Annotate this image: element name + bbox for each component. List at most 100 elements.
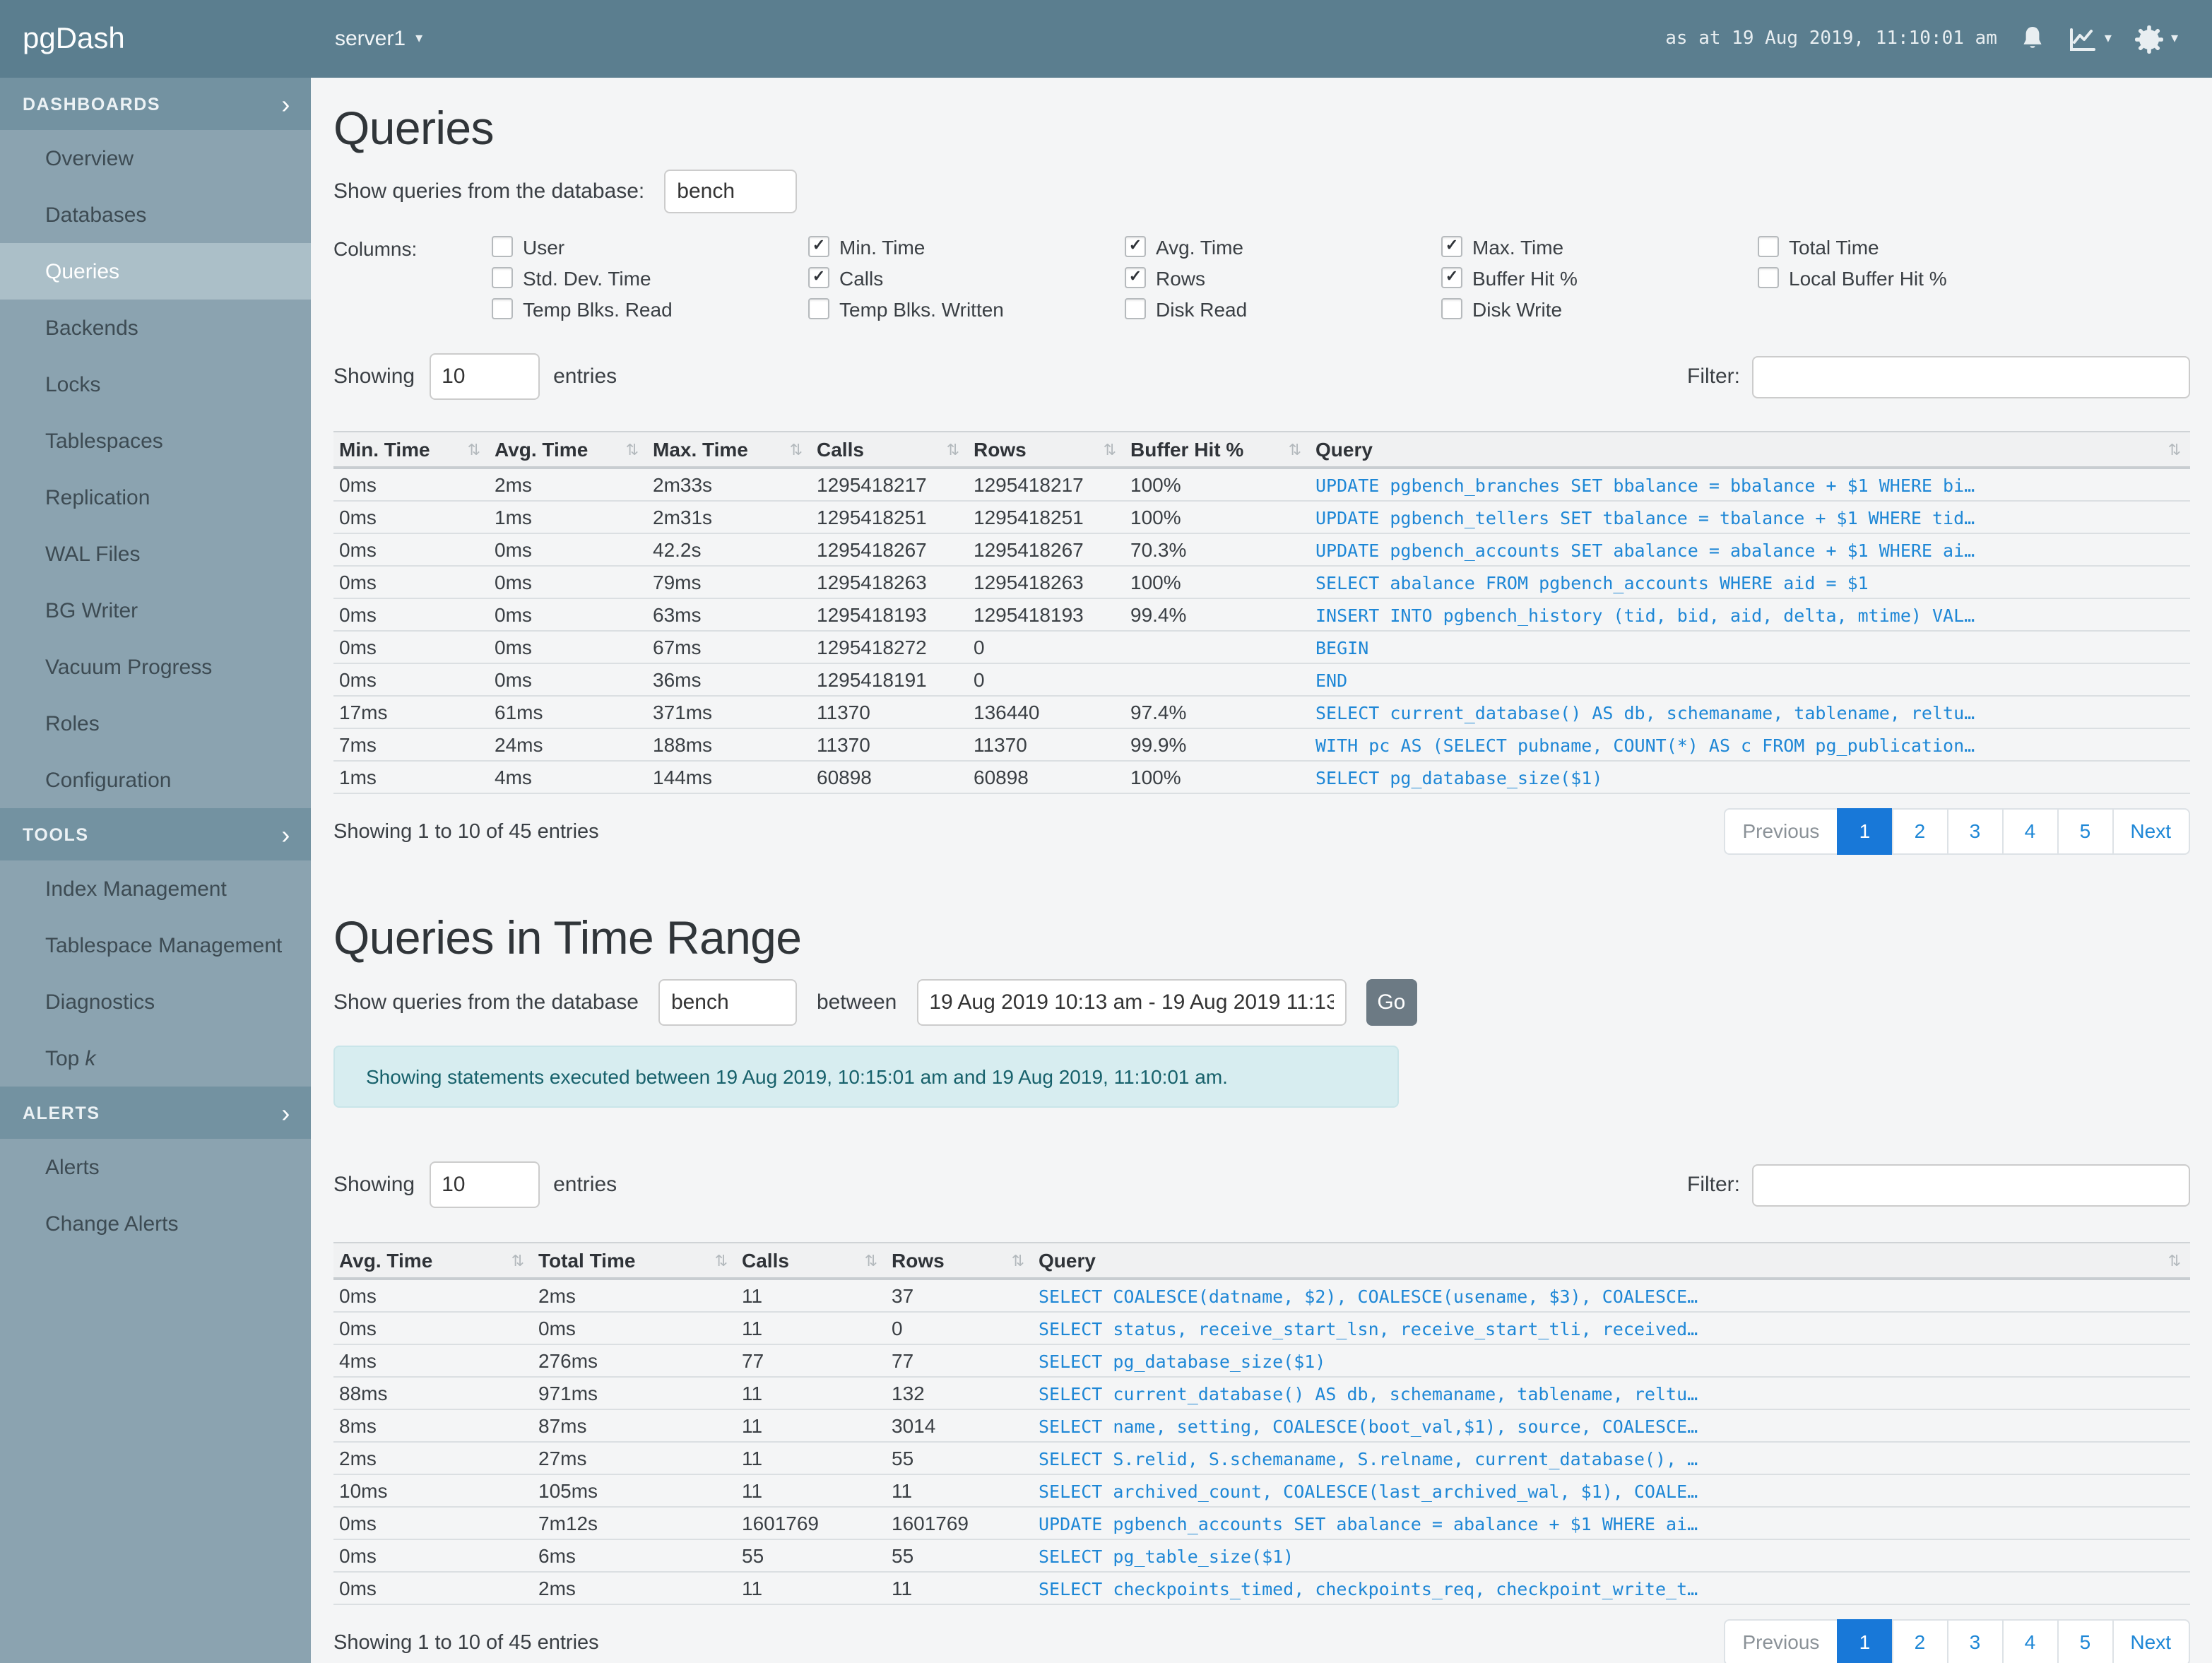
sort-icon[interactable]: ⇅ [790,440,803,458]
column-option-disk-read[interactable]: Disk Read [1125,297,1441,320]
sort-icon[interactable]: ⇅ [2168,440,2181,458]
sidebar-item-tablespace-management[interactable]: Tablespace Management [0,917,311,973]
column-option-std-dev-time[interactable]: Std. Dev. Time [492,266,808,289]
page-4[interactable]: 4 [2001,808,2059,855]
sort-icon[interactable]: ⇅ [1289,440,1301,458]
page-previous[interactable]: Previous [1724,1619,1838,1663]
query-link[interactable]: SELECT pg_table_size($1) [1033,1539,2189,1572]
query-link[interactable]: INSERT INTO pgbench_history (tid, bid, a… [1310,598,2189,631]
query-link[interactable]: SELECT current_database() AS db, scheman… [1310,696,2189,728]
column-option-avg-time[interactable]: ✓ Avg. Time [1125,235,1441,258]
go-button[interactable]: Go [1366,979,1417,1026]
page-1[interactable]: 1 [1836,808,1893,855]
sidebar-item-overview[interactable]: Overview [0,130,311,187]
filter-input[interactable] [1751,355,2189,398]
sidebar-item-configuration[interactable]: Configuration [0,752,311,808]
column-header-avg-time[interactable]: Avg. Time ⇅ [489,431,647,469]
server-selector[interactable]: server1 ▾ [335,27,422,51]
notifications-button[interactable] [2021,25,2045,52]
column-header-buffer-hit[interactable]: Buffer Hit % ⇅ [1125,431,1310,469]
entries-count-input[interactable] [429,1161,540,1208]
page-5[interactable]: 5 [2057,1619,2114,1663]
sidebar-item-roles[interactable]: Roles [0,695,311,752]
column-header-min-time[interactable]: Min. Time ⇅ [333,431,489,469]
query-link[interactable]: UPDATE pgbench_branches SET bbalance = b… [1310,468,2189,501]
sidebar-section-alerts[interactable]: ALERTS › [0,1087,311,1139]
sort-icon[interactable]: ⇅ [626,440,639,458]
brand-logo[interactable]: pgDash [0,22,311,56]
filter-input[interactable] [1751,1164,2189,1206]
column-header-rows[interactable]: Rows ⇅ [886,1242,1033,1280]
sidebar-item-change-alerts[interactable]: Change Alerts [0,1195,311,1252]
column-option-buffer-hit[interactable]: ✓ Buffer Hit % [1441,266,1758,289]
query-link[interactable]: SELECT COALESCE(datname, $2), COALESCE(u… [1033,1279,2189,1312]
settings-menu-button[interactable]: ▾ [2135,25,2178,53]
query-link[interactable]: WITH pc AS (SELECT pubname, COUNT(*) AS … [1310,728,2189,761]
sidebar-item-backends[interactable]: Backends [0,300,311,356]
column-header-query[interactable]: Query ⇅ [1310,431,2189,469]
sidebar-item-queries[interactable]: Queries [0,243,311,300]
sidebar-item-vacuum-progress[interactable]: Vacuum Progress [0,639,311,695]
column-option-temp-blks-written[interactable]: Temp Blks. Written [808,297,1125,320]
query-link[interactable]: END [1310,663,2189,696]
column-option-calls[interactable]: ✓ Calls [808,266,1125,289]
sidebar-item-tablespaces[interactable]: Tablespaces [0,413,311,469]
query-link[interactable]: UPDATE pgbench_accounts SET abalance = a… [1310,533,2189,566]
sidebar-section-tools[interactable]: TOOLS › [0,808,311,860]
query-link[interactable]: SELECT name, setting, COALESCE(boot_val,… [1033,1409,2189,1442]
query-link[interactable]: UPDATE pgbench_tellers SET tbalance = tb… [1310,501,2189,533]
query-link[interactable]: SELECT archived_count, COALESCE(last_arc… [1033,1474,2189,1507]
sort-icon[interactable]: ⇅ [1104,440,1116,458]
database-input[interactable] [664,170,798,213]
page-next[interactable]: Next [2112,1619,2189,1663]
entries-count-input[interactable] [429,353,540,400]
page-2[interactable]: 2 [1891,808,1948,855]
page-4[interactable]: 4 [2001,1619,2059,1663]
sort-icon[interactable]: ⇅ [2168,1251,2181,1270]
page-previous[interactable]: Previous [1724,808,1838,855]
sidebar-section-dashboards[interactable]: DASHBOARDS › [0,78,311,130]
column-header-avg-time[interactable]: Avg. Time ⇅ [333,1242,533,1280]
sidebar-item-diagnostics[interactable]: Diagnostics [0,973,311,1030]
column-option-max-time[interactable]: ✓ Max. Time [1441,235,1758,258]
page-1[interactable]: 1 [1836,1619,1893,1663]
sidebar-item-wal-files[interactable]: WAL Files [0,526,311,582]
column-header-max-time[interactable]: Max. Time ⇅ [647,431,811,469]
page-next[interactable]: Next [2112,808,2189,855]
sidebar-item-bg-writer[interactable]: BG Writer [0,582,311,639]
column-option-rows[interactable]: ✓ Rows [1125,266,1441,289]
query-link[interactable]: SELECT pg_database_size($1) [1033,1344,2189,1377]
query-link[interactable]: SELECT pg_database_size($1) [1310,761,2189,793]
column-option-user[interactable]: User [492,235,808,258]
column-option-disk-write[interactable]: Disk Write [1441,297,1758,320]
sidebar-item-topk[interactable]: Top k [0,1030,311,1087]
sort-icon[interactable]: ⇅ [715,1251,728,1270]
column-option-total-time[interactable]: Total Time [1758,235,2074,258]
sort-icon[interactable]: ⇅ [468,440,480,458]
query-link[interactable]: UPDATE pgbench_accounts SET abalance = a… [1033,1507,2189,1539]
query-link[interactable]: BEGIN [1310,631,2189,663]
query-link[interactable]: SELECT checkpoints_timed, checkpoints_re… [1033,1572,2189,1604]
database-input[interactable] [658,979,797,1026]
column-option-min-time[interactable]: ✓ Min. Time [808,235,1125,258]
time-range-input[interactable] [916,979,1347,1026]
sort-icon[interactable]: ⇅ [865,1251,877,1270]
query-link[interactable]: SELECT status, receive_start_lsn, receiv… [1033,1312,2189,1344]
charts-menu-button[interactable]: ▾ [2069,26,2112,52]
column-header-query[interactable]: Query ⇅ [1033,1242,2189,1280]
sort-icon[interactable]: ⇅ [1012,1251,1024,1270]
sort-icon[interactable]: ⇅ [947,440,959,458]
sidebar-item-databases[interactable]: Databases [0,187,311,243]
column-header-rows[interactable]: Rows ⇅ [968,431,1125,469]
sidebar-item-locks[interactable]: Locks [0,356,311,413]
page-2[interactable]: 2 [1891,1619,1948,1663]
sidebar-item-alerts[interactable]: Alerts [0,1139,311,1195]
query-link[interactable]: SELECT abalance FROM pgbench_accounts WH… [1310,566,2189,598]
query-link[interactable]: SELECT current_database() AS db, scheman… [1033,1377,2189,1409]
column-option-local-buffer-hit[interactable]: Local Buffer Hit % [1758,266,2074,289]
column-option-temp-blks-read[interactable]: Temp Blks. Read [492,297,808,320]
column-header-total-time[interactable]: Total Time ⇅ [533,1242,736,1280]
query-link[interactable]: SELECT S.relid, S.schemaname, S.relname,… [1033,1442,2189,1474]
sidebar-item-index-management[interactable]: Index Management [0,860,311,917]
page-3[interactable]: 3 [1946,1619,2004,1663]
